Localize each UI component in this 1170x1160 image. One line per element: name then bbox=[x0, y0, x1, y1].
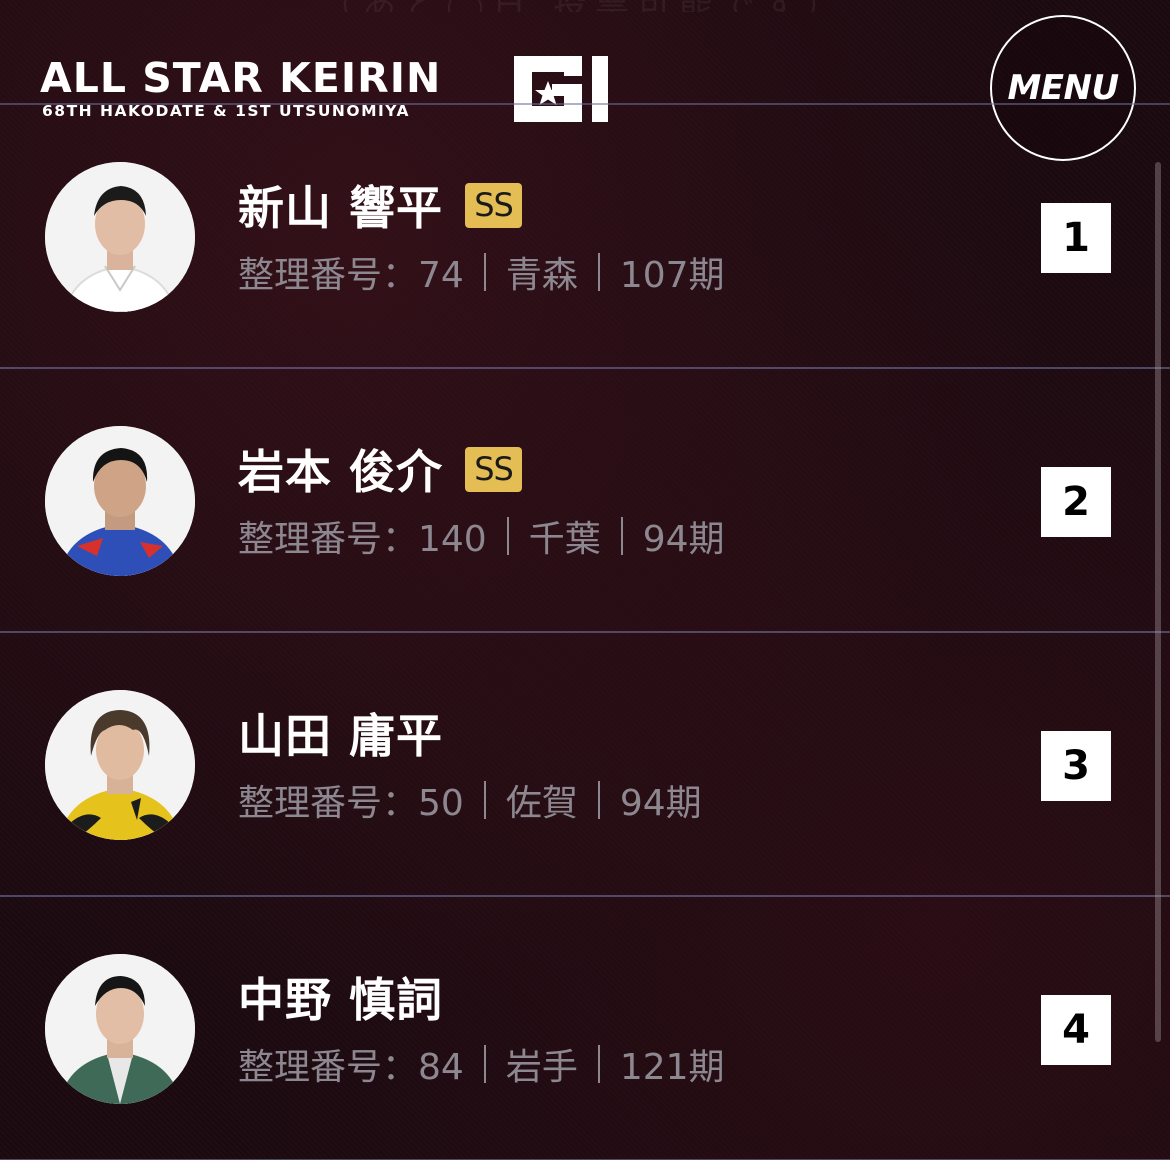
rider-row[interactable]: 山田 庸平 整理番号：50 佐賀 94期 3 bbox=[0, 633, 1170, 897]
entry-number: 整理番号：140 bbox=[238, 519, 487, 560]
term: 107期 bbox=[619, 255, 725, 296]
meta-separator bbox=[506, 517, 509, 555]
rider-meta: 整理番号：140 千葉 94期 bbox=[238, 511, 725, 561]
rank-box: 1 bbox=[1041, 203, 1111, 273]
meta-separator bbox=[597, 1045, 600, 1083]
rider-meta: 整理番号：74 青森 107期 bbox=[238, 247, 725, 297]
rank-box: 4 bbox=[1041, 995, 1111, 1065]
rider-avatar bbox=[45, 162, 195, 312]
rider-avatar bbox=[45, 426, 195, 576]
scrollbar[interactable] bbox=[1155, 162, 1161, 1042]
meta-separator bbox=[483, 781, 486, 819]
rider-meta: 整理番号：50 佐賀 94期 bbox=[238, 775, 702, 825]
entry-number: 整理番号：50 bbox=[238, 783, 464, 824]
term: 94期 bbox=[642, 519, 725, 560]
rider-row[interactable]: 岩本 俊介 SS 整理番号：140 千葉 94期 2 bbox=[0, 369, 1170, 633]
meta-separator bbox=[597, 253, 600, 291]
prefecture: 青森 bbox=[505, 255, 578, 296]
rider-name: 岩本 俊介 bbox=[238, 445, 444, 499]
rider-name-line: 岩本 俊介 SS bbox=[238, 441, 523, 499]
rank-box: 3 bbox=[1041, 731, 1111, 801]
term: 94期 bbox=[619, 783, 702, 824]
entry-number: 整理番号：84 bbox=[238, 1047, 464, 1088]
entry-number: 整理番号：74 bbox=[238, 255, 464, 296]
rider-name: 新山 響平 bbox=[238, 181, 444, 235]
rider-name: 中野 慎詞 bbox=[238, 973, 444, 1027]
meta-separator bbox=[597, 781, 600, 819]
meta-separator bbox=[483, 1045, 486, 1083]
rider-meta: 整理番号：84 岩手 121期 bbox=[238, 1039, 725, 1089]
logo-title: ALL STAR KEIRIN bbox=[40, 54, 442, 102]
menu-label: MENU bbox=[1007, 68, 1119, 108]
rider-avatar bbox=[45, 690, 195, 840]
prefecture: 岩手 bbox=[505, 1047, 578, 1088]
prefecture: 佐賀 bbox=[505, 783, 578, 824]
meta-separator bbox=[483, 253, 486, 291]
rider-list: 新山 響平 SS 整理番号：74 青森 107期 1 岩本 俊介 SS 整理番号… bbox=[0, 105, 1170, 1160]
term: 121期 bbox=[619, 1047, 725, 1088]
rider-row[interactable]: 中野 慎詞 整理番号：84 岩手 121期 4 bbox=[0, 897, 1170, 1160]
rider-name-line: 中野 慎詞 bbox=[238, 969, 443, 1027]
prefecture: 千葉 bbox=[528, 519, 601, 560]
class-badge: SS bbox=[465, 446, 523, 492]
rider-avatar bbox=[45, 954, 195, 1104]
rider-name-line: 山田 庸平 bbox=[238, 705, 443, 763]
rider-name-line: 新山 響平 SS bbox=[238, 177, 523, 235]
meta-separator bbox=[620, 517, 623, 555]
class-badge: SS bbox=[465, 182, 523, 228]
rider-row[interactable]: 新山 響平 SS 整理番号：74 青森 107期 1 bbox=[0, 105, 1170, 369]
rank-box: 2 bbox=[1041, 467, 1111, 537]
rider-name: 山田 庸平 bbox=[238, 709, 444, 763]
